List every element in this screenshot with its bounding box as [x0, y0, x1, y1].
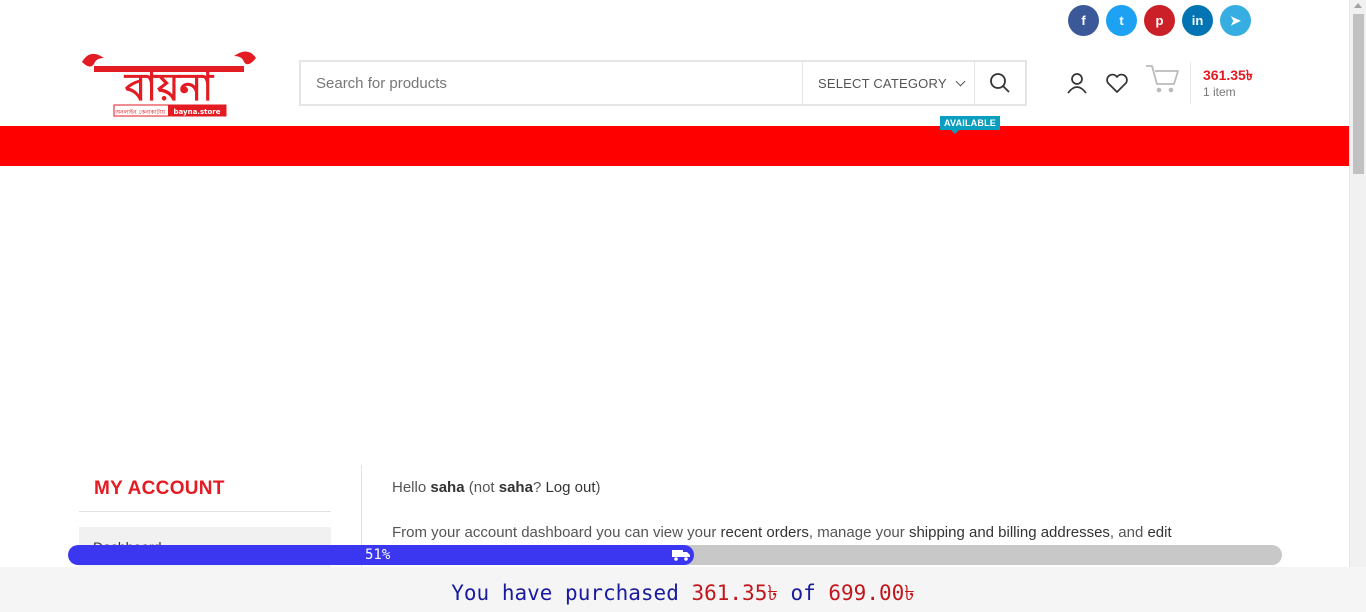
logo-tagline: অনলাইন কেনাকাটায়: [114, 108, 165, 116]
telegram-icon[interactable]: ➤: [1220, 5, 1251, 36]
purchase-progress-bar: 51%: [68, 545, 1282, 565]
chevron-down-icon: [955, 76, 966, 86]
search-input[interactable]: [301, 62, 802, 104]
dash-end: , and: [1109, 524, 1148, 541]
scroll-up-arrow[interactable]: [1354, 3, 1362, 8]
user-icon: [1067, 73, 1087, 94]
hello-end: ): [595, 479, 601, 496]
cart-divider: [1190, 62, 1191, 104]
search-button[interactable]: [974, 62, 1025, 104]
facebook-icon[interactable]: f: [1068, 5, 1099, 36]
logo-text: বায়না: [123, 65, 215, 109]
search-bar: SELECT CATEGORY: [299, 60, 1027, 106]
cart-button[interactable]: [1144, 62, 1180, 94]
divider: [79, 511, 331, 512]
username-repeat: saha: [498, 479, 533, 496]
username: saha: [430, 479, 465, 496]
header-icons: [1064, 70, 1130, 96]
hello-question: ?: [532, 479, 546, 496]
logout-link[interactable]: Log out: [545, 479, 595, 496]
purchase-mid: of: [777, 581, 829, 605]
purchase-amount: 361.35৳: [691, 581, 778, 605]
hello-mid: (not: [464, 479, 499, 496]
dash-mid: , manage your: [808, 524, 909, 541]
search-icon: [990, 73, 1010, 93]
wishlist-button[interactable]: [1104, 70, 1130, 96]
purchase-prefix: You have purchased: [451, 581, 692, 605]
truck-icon: [672, 550, 690, 561]
page-scrollbar[interactable]: [1349, 0, 1366, 612]
account-button[interactable]: [1064, 70, 1090, 96]
hello-prefix: Hello: [392, 479, 431, 496]
purchase-goal: 699.00৳: [828, 581, 915, 605]
category-select-label: SELECT CATEGORY: [818, 75, 947, 91]
cart-icon: [1146, 65, 1179, 93]
dash-prefix: From your account dashboard you can view…: [392, 524, 721, 541]
edit-account-link[interactable]: edit: [1147, 524, 1171, 541]
cart-count: 1 item: [1203, 85, 1236, 99]
logo-tagline-brand: bayna.store: [174, 108, 221, 116]
my-account-title: MY ACCOUNT: [94, 478, 225, 499]
social-links: f t p in ➤: [1068, 5, 1251, 36]
progress-percent: 51%: [365, 547, 391, 563]
category-select[interactable]: SELECT CATEGORY: [802, 62, 974, 104]
addresses-link[interactable]: shipping and billing addresses: [909, 524, 1110, 541]
recent-orders-link[interactable]: recent orders: [721, 524, 809, 541]
heart-icon: [1106, 73, 1128, 93]
twitter-icon[interactable]: t: [1106, 5, 1137, 36]
offer-badge: AVAILABLE: [940, 116, 1000, 134]
purchase-summary: You have purchased 361.35৳ of 699.00৳: [0, 577, 1366, 612]
pinterest-icon[interactable]: p: [1144, 5, 1175, 36]
site-logo[interactable]: বায়না অনলাইন কেনাকাটায় bayna.store: [80, 44, 258, 118]
linkedin-icon[interactable]: in: [1182, 5, 1213, 36]
hello-message: Hello saha (not saha? Log out): [392, 479, 601, 496]
scroll-thumb[interactable]: [1353, 14, 1364, 174]
dashboard-description: From your account dashboard you can view…: [392, 524, 1172, 541]
